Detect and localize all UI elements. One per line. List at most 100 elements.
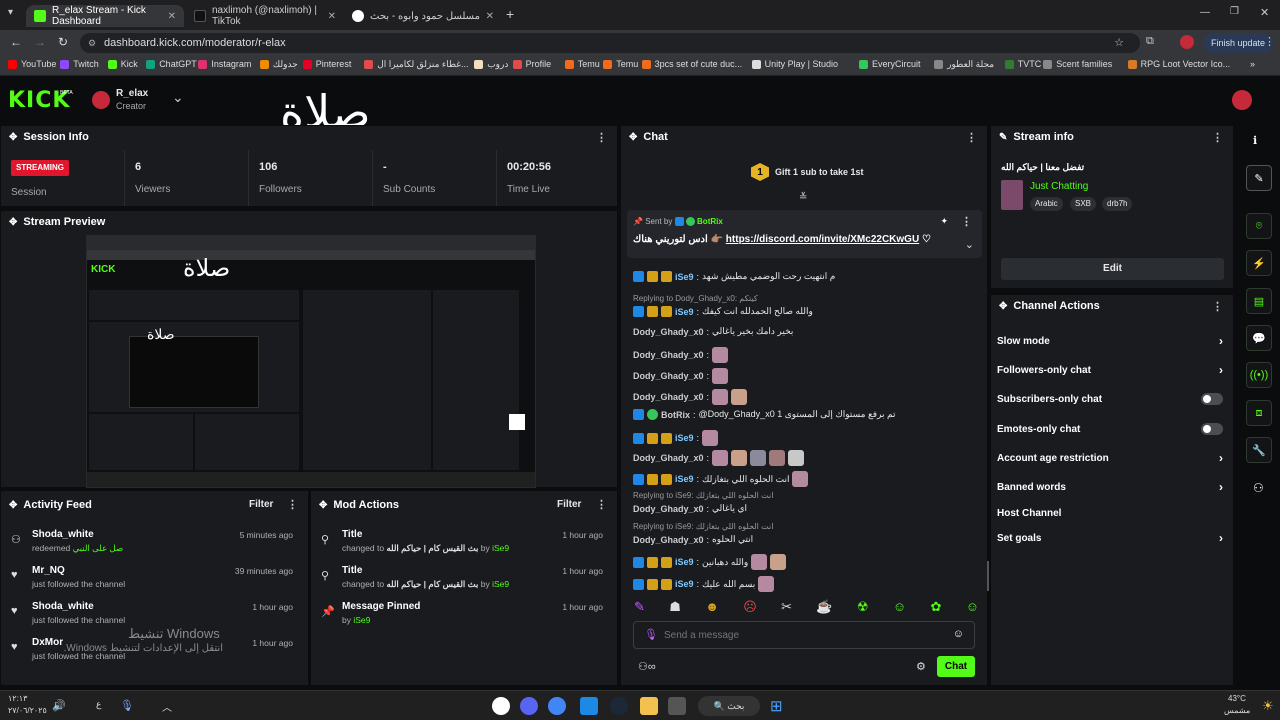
lightning-icon[interactable]: ⚡	[1246, 250, 1272, 276]
activity-user[interactable]: Shoda_white	[32, 601, 94, 612]
bookmark-item[interactable]: Unity Play | Studio	[751, 59, 838, 69]
window-close-icon[interactable]: ✕	[1260, 6, 1269, 19]
emote-icon[interactable]: ☗	[669, 599, 681, 617]
chat-username[interactable]: Dody_Ghady_x0	[633, 327, 704, 337]
activity-user[interactable]: Mr_NQ	[32, 565, 65, 576]
activity-user[interactable]: DxMor	[32, 637, 63, 648]
stream-category[interactable]: Just Chatting	[1030, 181, 1088, 192]
windows-start-icon[interactable]: ⊞	[770, 697, 783, 715]
bookmark-item[interactable]: Instagram	[198, 59, 251, 69]
chat-input[interactable]	[664, 626, 944, 644]
chat-username[interactable]: Dody_Ghady_x0	[633, 453, 704, 463]
channel-action-banned-words[interactable]: Banned words ›	[997, 476, 1227, 498]
chat-emote-icon[interactable]	[751, 554, 768, 570]
mod-action-user[interactable]: iSe9	[353, 615, 370, 625]
menu-icon[interactable]: ⋮	[1264, 35, 1275, 48]
new-tab-icon[interactable]: +	[506, 6, 514, 22]
pinned-link[interactable]: https://discord.com/invite/XMc22CKwGU	[726, 234, 919, 245]
stream-video[interactable]: KICK صلاة صلاة	[86, 235, 536, 488]
store-icon[interactable]: ⧈	[1246, 400, 1272, 426]
app-icon[interactable]	[492, 697, 510, 715]
emoji-picker-icon[interactable]: ☺	[953, 628, 964, 640]
chat-username[interactable]: iSe9	[675, 474, 694, 484]
emote-icon[interactable]: ☻	[705, 599, 719, 617]
tray-chevron-up-icon[interactable]: ︿	[162, 699, 172, 714]
mod-tools-icon[interactable]: ⌾	[1246, 213, 1272, 239]
channel-switcher-chevron-down-icon[interactable]: ⌄	[172, 89, 184, 106]
channel-action-slow-mode[interactable]: Slow mode ›	[997, 330, 1227, 352]
emote-icon[interactable]: ☺	[893, 599, 906, 617]
bookmark-item[interactable]: RPG Loot Vector Ico...	[1127, 59, 1230, 69]
site-info-icon[interactable]: ⚙	[88, 33, 96, 53]
chat-username[interactable]: Dody_Ghady_x0	[633, 535, 704, 545]
collapse-pinned-icon[interactable]: ≚	[799, 192, 807, 203]
channel-action-followers-only-chat[interactable]: Followers-only chat ›	[997, 359, 1227, 381]
bookmark-star-icon[interactable]: ☆	[1114, 33, 1124, 53]
finish-update-button[interactable]: Finish update	[1203, 33, 1274, 53]
chat-emote-icon[interactable]	[750, 450, 767, 466]
chat-username[interactable]: BotRix	[661, 410, 690, 420]
toggle-switch[interactable]	[1201, 423, 1223, 435]
mic-icon[interactable]: 🎙	[120, 699, 134, 712]
edit-stream-info-button[interactable]: Edit	[1001, 258, 1224, 280]
tab-search-icon[interactable]: ▾	[8, 7, 13, 18]
filter-button[interactable]: Filter	[249, 499, 273, 510]
close-icon[interactable]: ✕	[328, 11, 336, 22]
file-explorer-icon[interactable]	[640, 697, 658, 715]
more-icon[interactable]: ⋮	[287, 498, 298, 511]
pinned-user[interactable]: BotRix	[697, 217, 723, 226]
chat-emote-icon[interactable]	[712, 450, 729, 466]
activity-user[interactable]: Shoda_white	[32, 529, 94, 540]
chat-emote-icon[interactable]	[731, 450, 748, 466]
channel-action-host-channel[interactable]: Host Channel	[997, 502, 1227, 524]
community-icon[interactable]: ⚇	[1253, 481, 1264, 495]
reply-context[interactable]: Replying to Dody_Ghady_x0: كيتكم	[633, 294, 758, 303]
channel-action-emotes-only-chat[interactable]: Emotes-only chat	[997, 418, 1227, 440]
bookmark-item[interactable]: Profile	[512, 59, 551, 69]
tab-google[interactable]: مسلسل حمود وابوه - بحث Google ✕	[344, 5, 502, 27]
emote-icon[interactable]: ☹	[743, 599, 757, 617]
reply-context[interactable]: Replying to iSe9: انت الحلوه اللي بتغازل…	[633, 491, 773, 500]
chrome-icon[interactable]	[548, 697, 566, 715]
chat-username[interactable]: Dody_Ghady_x0	[633, 350, 704, 360]
channel-action-set-goals[interactable]: Set goals ›	[997, 527, 1227, 549]
mod-action-user[interactable]: iSe9	[492, 543, 509, 553]
bookmark-item[interactable]: Pinterest	[302, 59, 351, 69]
broadcast-icon[interactable]: ((•))	[1246, 362, 1272, 388]
bookmark-item[interactable]: YouTube	[8, 59, 56, 69]
bookmark-item[interactable]: Temu	[603, 59, 638, 69]
url-field[interactable]: ⚙ dashboard.kick.com/moderator/r-elax ☆	[80, 33, 1140, 53]
store-app-icon[interactable]	[580, 697, 598, 715]
filter-button[interactable]: Filter	[557, 499, 581, 510]
chat-bubble-icon[interactable]: 💬	[1246, 325, 1272, 351]
points-icon[interactable]: ⚇∞	[638, 660, 656, 673]
tab-tiktok[interactable]: naxlimoh (@naxlimoh) | TikTok ✕	[186, 5, 344, 27]
chat-emote-icon[interactable]	[712, 389, 729, 405]
language-indicator[interactable]: ع	[96, 699, 101, 710]
more-icon[interactable]: ⋮	[596, 498, 607, 511]
chat-emote-icon[interactable]	[788, 450, 805, 466]
chat-username[interactable]: iSe9	[675, 272, 694, 282]
expand-chevron-down-icon[interactable]: ⌄	[965, 238, 974, 251]
pin-icon[interactable]: ✦	[940, 216, 948, 227]
chat-emote-icon[interactable]	[712, 347, 729, 363]
chat-username[interactable]: Dody_Ghady_x0	[633, 504, 704, 514]
minimize-icon[interactable]: —	[1200, 7, 1210, 18]
chat-username[interactable]: iSe9	[675, 307, 694, 317]
clock-time[interactable]: ١٢:١٣	[8, 694, 27, 703]
clipboard-icon[interactable]: ▤	[1246, 288, 1272, 314]
emote-icon[interactable]: ✂	[781, 599, 792, 617]
bookmark-item[interactable]: TVTC	[1004, 59, 1041, 69]
bookmark-item[interactable]: 3pcs set of cute duc...	[641, 59, 742, 69]
bookmark-item[interactable]: مجلة العطور	[934, 59, 994, 70]
steam-icon[interactable]	[610, 697, 628, 715]
emote-icon[interactable]: ✎	[634, 599, 645, 617]
more-icon[interactable]: ⋮	[1212, 300, 1223, 313]
chat-emote-icon[interactable]	[769, 450, 786, 466]
edit-layout-icon[interactable]: ✎	[1246, 165, 1272, 191]
wrench-icon[interactable]: 🔧	[1246, 437, 1272, 463]
emote-icon[interactable]: ✿	[930, 599, 941, 617]
chat-emote-icon[interactable]	[770, 554, 787, 570]
bookmark-item[interactable]: EveryCircuit	[859, 59, 921, 69]
chat-emote-icon[interactable]	[758, 576, 775, 592]
